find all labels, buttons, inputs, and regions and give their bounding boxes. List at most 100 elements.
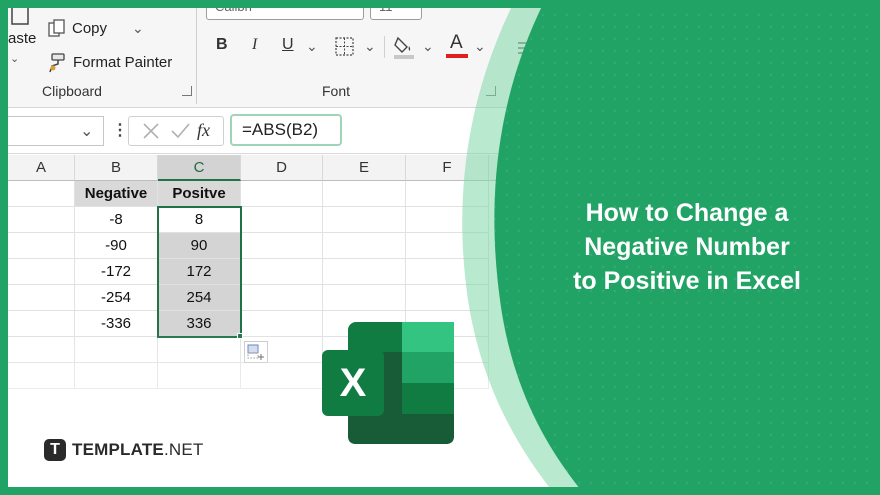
cell-b2[interactable]: -8 <box>75 207 158 233</box>
fill-color-dropdown-icon[interactable]: ⌄ <box>422 38 434 55</box>
align-icon[interactable] <box>516 40 536 56</box>
cell-b3[interactable]: -90 <box>75 233 158 259</box>
cell-b5[interactable]: -254 <box>75 285 158 311</box>
cell-e1[interactable] <box>323 181 406 207</box>
name-box-dropdown-icon[interactable]: ⌄ <box>80 121 93 141</box>
font-group-label: Font <box>322 83 351 99</box>
fill-color-icon[interactable] <box>392 34 416 60</box>
cell-b1[interactable]: Negative <box>75 181 158 207</box>
cell-a8[interactable] <box>8 363 75 389</box>
headline: How to Change a Negative Number to Posit… <box>548 196 826 298</box>
paste-options-button[interactable] <box>244 341 268 363</box>
name-box[interactable]: ⌄ <box>8 116 104 146</box>
cell-c8[interactable] <box>158 363 241 389</box>
excel-logo-icon: X <box>322 322 454 444</box>
column-header-f[interactable]: F <box>406 155 489 181</box>
cell-e5[interactable] <box>323 285 406 311</box>
cancel-icon[interactable] <box>141 121 161 141</box>
cell-d2[interactable] <box>241 207 323 233</box>
ribbon-separator <box>384 36 385 58</box>
cell-a1[interactable] <box>8 181 75 207</box>
borders-icon[interactable] <box>334 36 356 58</box>
cell-a2[interactable] <box>8 207 75 233</box>
font-color-icon: A <box>450 32 463 53</box>
font-color-swatch <box>446 54 468 58</box>
column-header-b[interactable]: B <box>75 155 158 181</box>
underline-button[interactable]: U <box>282 36 294 54</box>
enter-icon[interactable] <box>169 121 191 141</box>
font-name-box[interactable]: Calibri <box>206 0 364 20</box>
copy-button[interactable]: Copy ⌄ <box>46 18 146 42</box>
borders-dropdown-icon[interactable]: ⌄ <box>364 38 376 55</box>
cell-c4[interactable]: 172 <box>158 259 241 285</box>
column-header-d[interactable]: D <box>241 155 323 181</box>
column-header-g[interactable] <box>489 155 588 181</box>
italic-button[interactable]: I <box>252 36 257 54</box>
cell-f4[interactable] <box>406 259 489 285</box>
cell-c3[interactable]: 90 <box>158 233 241 259</box>
fill-handle[interactable] <box>237 333 243 339</box>
cell-e2[interactable] <box>323 207 406 233</box>
bold-button[interactable]: B <box>216 36 228 54</box>
underline-dropdown-icon[interactable]: ⌄ <box>306 38 318 55</box>
format-painter-button[interactable]: Format Painter <box>46 52 186 76</box>
cell-d8[interactable] <box>241 363 323 389</box>
cell-c6[interactable]: 336 <box>158 311 241 337</box>
logo-wordmark: TEMPLATE.NET <box>72 440 203 460</box>
cell-a3[interactable] <box>8 233 75 259</box>
logo-suffix: .NET <box>163 440 204 459</box>
copy-label: Copy <box>72 20 108 37</box>
cell-a5[interactable] <box>8 285 75 311</box>
paste-dropdown-icon[interactable]: ⌄ <box>10 52 19 65</box>
paste-button[interactable]: aste ⌄ <box>8 0 42 70</box>
insert-function-button[interactable]: fx <box>197 120 210 141</box>
cell-c1[interactable]: Positve <box>158 181 241 207</box>
more-options-icon[interactable]: ⋮ <box>112 120 128 140</box>
column-header-c[interactable]: C <box>158 155 241 181</box>
cell-f5[interactable] <box>406 285 489 311</box>
column-header-a[interactable]: A <box>8 155 75 181</box>
cell-d5[interactable] <box>241 285 323 311</box>
cell-c5[interactable]: 254 <box>158 285 241 311</box>
headline-line-3: to Positive in Excel <box>573 267 801 295</box>
cell-c2[interactable]: 8 <box>158 207 241 233</box>
cell-c7[interactable] <box>158 337 241 363</box>
font-color-dropdown-icon[interactable]: ⌄ <box>474 38 486 55</box>
cell-f1[interactable] <box>406 181 489 207</box>
formula-bar: ⌄ ⋮ fx =ABS(B2) <box>8 108 588 154</box>
cell-b8[interactable] <box>75 363 158 389</box>
cell-b6[interactable]: -336 <box>75 311 158 337</box>
logo-brand: TEMPLATE <box>72 440 164 459</box>
font-dialog-launcher[interactable] <box>486 86 496 96</box>
format-painter-icon <box>49 53 65 73</box>
grow-font-icon[interactable]: A <box>432 0 443 12</box>
cell-d3[interactable] <box>241 233 323 259</box>
cell-e4[interactable] <box>323 259 406 285</box>
cell-a6[interactable] <box>8 311 75 337</box>
paste-label: aste <box>8 30 37 47</box>
headline-line-1: How to Change a <box>585 199 789 227</box>
paste-options-icon <box>247 344 264 360</box>
cell-a7[interactable] <box>8 337 75 363</box>
font-color-button[interactable]: A <box>446 32 470 60</box>
cell-b7[interactable] <box>75 337 158 363</box>
clipboard-dialog-launcher[interactable] <box>182 86 192 96</box>
copy-dropdown-icon[interactable]: ⌄ <box>132 20 144 37</box>
excel-window: aste ⌄ Copy ⌄ Format Painter Clipboard C… <box>8 0 588 487</box>
copy-icon <box>48 19 65 37</box>
ribbon-separator <box>196 0 197 104</box>
cell-b4[interactable]: -172 <box>75 259 158 285</box>
cell-f3[interactable] <box>406 233 489 259</box>
formula-controls: fx <box>128 116 224 146</box>
shrink-font-icon[interactable]: A <box>458 0 467 10</box>
cell-f2[interactable] <box>406 207 489 233</box>
font-size-box[interactable]: 11 <box>370 0 422 20</box>
cell-a4[interactable] <box>8 259 75 285</box>
cell-e3[interactable] <box>323 233 406 259</box>
formula-input[interactable]: =ABS(B2) <box>230 114 342 146</box>
cell-d1[interactable] <box>241 181 323 207</box>
paste-icon <box>11 5 29 25</box>
cell-d6[interactable] <box>241 311 323 337</box>
cell-d4[interactable] <box>241 259 323 285</box>
column-header-e[interactable]: E <box>323 155 406 181</box>
